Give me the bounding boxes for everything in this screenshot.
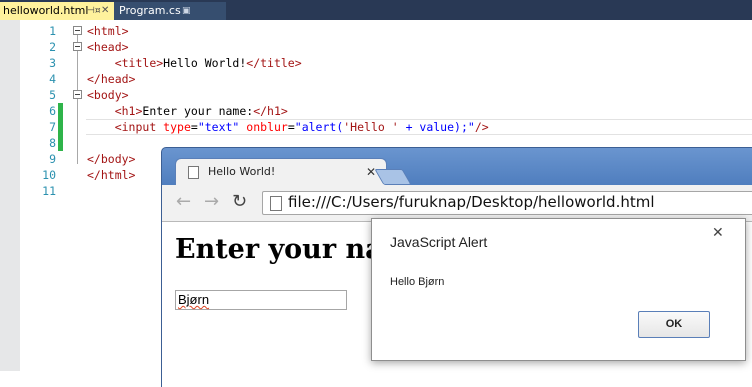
tab-program-cs[interactable]: Program.cs ▣: [114, 2, 226, 20]
line-number: 3: [49, 56, 56, 70]
browser-toolbar: ← → ↻ file:///C:/Users/furuknap/Desktop/…: [162, 185, 752, 222]
back-arrow-icon[interactable]: ←: [176, 193, 191, 211]
reload-icon[interactable]: ↻: [232, 193, 247, 211]
code-line[interactable]: 6 <h1>Enter your name:</h1>: [20, 103, 752, 119]
address-bar[interactable]: file:///C:/Users/furuknap/Desktop/hellow…: [262, 191, 752, 215]
editor-tab-bar: helloworld.html ⊣¤ ✕ Program.cs ▣: [0, 0, 752, 20]
alert-message: Hello Bjørn: [390, 276, 445, 288]
code-line[interactable]: 3 <title>Hello World!</title>: [20, 55, 752, 71]
code-text: <body>: [87, 88, 129, 102]
url-text: file:///C:/Users/furuknap/Desktop/hellow…: [288, 193, 655, 211]
forward-arrow-icon[interactable]: →: [204, 193, 219, 211]
javascript-alert-dialog: JavaScript Alert ✕ Hello Bjørn OK: [371, 218, 746, 361]
close-icon[interactable]: ✕: [712, 225, 724, 241]
collapse-icon[interactable]: [73, 26, 82, 35]
line-number: 8: [49, 136, 56, 150]
line-number: 9: [49, 152, 56, 166]
line-number: 6: [49, 104, 56, 118]
collapse-icon[interactable]: [73, 90, 82, 99]
code-text: <head>: [87, 40, 129, 54]
code-text: <html>: [87, 24, 129, 38]
code-line[interactable]: 7 <input type="text" onblur="alert('Hell…: [20, 119, 752, 135]
tab-helloworld-html[interactable]: helloworld.html ⊣¤ ✕: [0, 2, 114, 20]
code-line[interactable]: 4 </head>: [20, 71, 752, 87]
close-icon[interactable]: ✕: [101, 2, 109, 20]
line-number: 7: [49, 120, 56, 134]
close-tab-icon[interactable]: ✕: [366, 165, 376, 179]
code-text: <h1>Enter your name:</h1>: [114, 104, 288, 118]
tab-label: Program.cs: [119, 4, 181, 17]
name-input[interactable]: Bjørn: [175, 290, 347, 310]
pin-icon[interactable]: ⊣¤: [87, 2, 101, 20]
indicator-margin: [0, 20, 20, 371]
input-value: Bjørn: [178, 292, 210, 307]
ok-button[interactable]: OK: [638, 311, 710, 338]
line-number: 11: [42, 184, 56, 198]
line-number: 5: [49, 88, 56, 102]
alert-title: JavaScript Alert: [390, 234, 488, 250]
code-text: <title>Hello World!</title>: [114, 56, 302, 70]
tab-label: helloworld.html: [3, 4, 89, 17]
pin-icon[interactable]: ▣: [182, 2, 191, 20]
collapse-icon[interactable]: [73, 42, 82, 51]
line-number: 4: [49, 72, 56, 86]
line-number: 1: [49, 24, 56, 38]
line-number: 2: [49, 40, 56, 54]
line-number: 10: [42, 168, 56, 182]
code-text: <input type="text" onblur="alert('Hello …: [114, 120, 489, 134]
browser-tab-title: Hello World!: [208, 165, 276, 178]
code-line[interactable]: 2 <head>: [20, 39, 752, 55]
page-icon: [188, 166, 199, 179]
document-icon: [270, 196, 282, 211]
code-text: </body>: [87, 152, 136, 166]
code-text: </html>: [87, 168, 136, 182]
code-line[interactable]: 5 <body>: [20, 87, 752, 103]
browser-tab[interactable]: Hello World! ✕: [175, 158, 387, 187]
code-text: </head>: [87, 72, 136, 86]
code-line[interactable]: 1 <html>: [20, 23, 752, 39]
